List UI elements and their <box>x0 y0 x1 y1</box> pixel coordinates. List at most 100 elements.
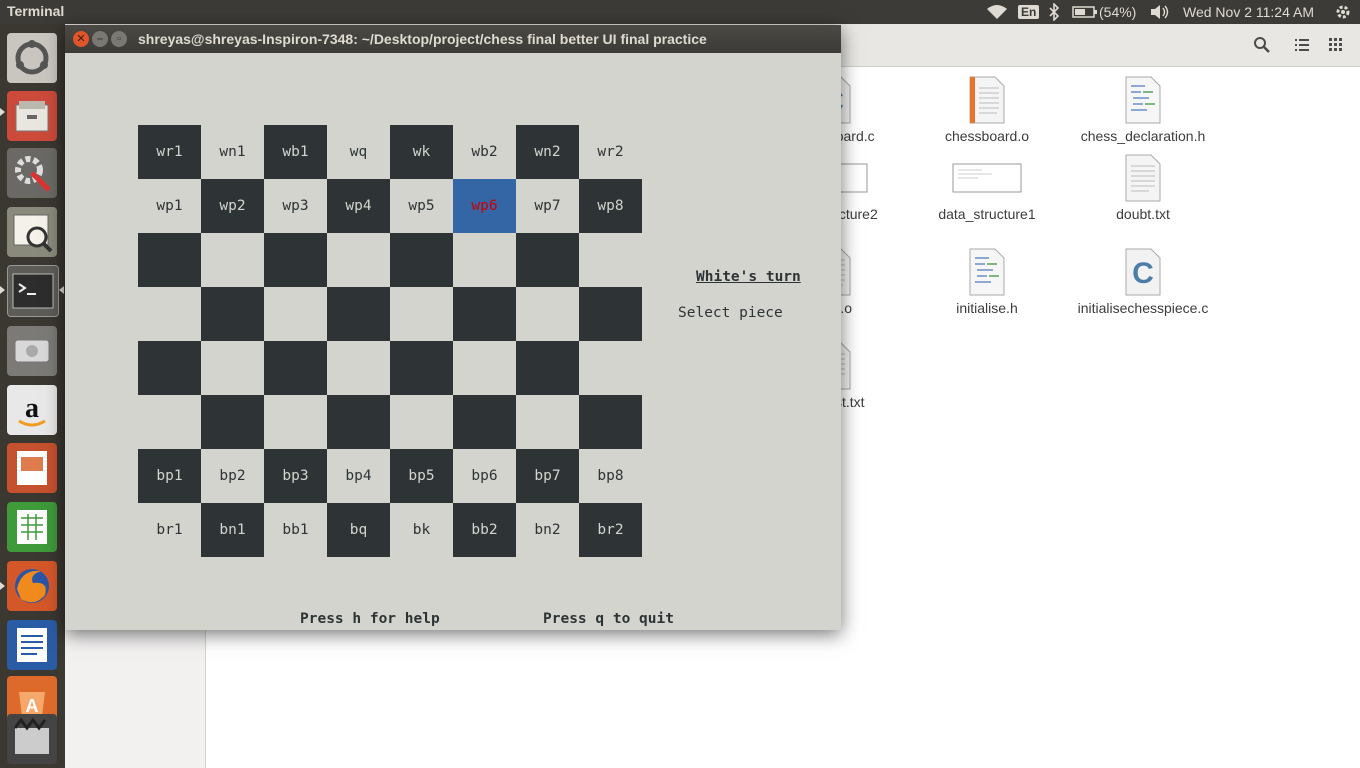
board-square[interactable] <box>201 233 264 287</box>
board-square[interactable]: wp7 <box>516 179 579 233</box>
firefox-launcher[interactable] <box>7 561 57 611</box>
disk-launcher[interactable] <box>7 326 57 376</box>
board-square[interactable] <box>138 395 201 449</box>
calc-launcher[interactable] <box>7 502 57 552</box>
amazon-launcher[interactable]: a <box>7 385 57 435</box>
board-square[interactable]: bp2 <box>201 449 264 503</box>
impress-launcher[interactable] <box>7 443 57 493</box>
board-square[interactable]: wp3 <box>264 179 327 233</box>
board-square[interactable]: bp6 <box>453 449 516 503</box>
board-square[interactable] <box>516 233 579 287</box>
board-square[interactable]: br2 <box>579 503 642 557</box>
list-view-button[interactable] <box>1289 32 1315 58</box>
file-item[interactable]: data_structure1 <box>912 154 1062 223</box>
clock[interactable]: Wed Nov 2 11:24 AM <box>1183 3 1314 21</box>
board-square[interactable] <box>327 395 390 449</box>
wifi-icon[interactable] <box>986 3 1008 21</box>
board-square[interactable] <box>579 233 642 287</box>
board-square[interactable] <box>327 341 390 395</box>
power-gear-icon[interactable] <box>1334 3 1352 21</box>
bluetooth-icon[interactable] <box>1048 3 1060 21</box>
board-square[interactable] <box>453 341 516 395</box>
board-square[interactable] <box>390 395 453 449</box>
file-item[interactable]: doubt.txt <box>1068 154 1218 223</box>
board-square[interactable]: wq <box>327 125 390 179</box>
board-square[interactable]: wb2 <box>453 125 516 179</box>
board-square[interactable]: wp2 <box>201 179 264 233</box>
grid-view-button[interactable] <box>1323 32 1349 58</box>
board-square[interactable] <box>453 233 516 287</box>
terminal-launcher[interactable] <box>7 265 59 317</box>
board-square[interactable] <box>453 287 516 341</box>
file-item[interactable]: chess_declaration.h <box>1068 76 1218 145</box>
board-square[interactable] <box>264 287 327 341</box>
dash-button[interactable] <box>7 33 57 83</box>
board-square[interactable]: bn2 <box>516 503 579 557</box>
board-square[interactable] <box>390 287 453 341</box>
board-square[interactable]: wn1 <box>201 125 264 179</box>
board-square[interactable]: wp1 <box>138 179 201 233</box>
board-square[interactable]: wk <box>390 125 453 179</box>
board-square[interactable]: bb1 <box>264 503 327 557</box>
chess-board[interactable]: wr1 wn1 wb1 wq wk wb2 wn2 wr2 wp1 wp2 wp3 wp4 wp5 wp6… <box>138 125 642 557</box>
board-square[interactable] <box>579 287 642 341</box>
terminal-titlebar[interactable]: ✕ – ▫ shreyas@shreyas-Inspiron-7348: ~/D… <box>65 25 841 53</box>
board-square[interactable] <box>390 233 453 287</box>
file-item[interactable]: chessboard.o <box>912 76 1062 145</box>
terminal-content[interactable]: wr1 wn1 wb1 wq wk wb2 wn2 wr2 wp1 wp2 wp3 wp4 wp5 wp6… <box>66 53 840 629</box>
board-square[interactable] <box>327 233 390 287</box>
minimize-button[interactable]: – <box>92 31 108 47</box>
keyboard-layout-indicator[interactable]: En <box>1018 3 1040 21</box>
board-square[interactable]: wp8 <box>579 179 642 233</box>
board-square[interactable]: bp8 <box>579 449 642 503</box>
board-square[interactable] <box>516 395 579 449</box>
files-launcher[interactable] <box>7 91 57 141</box>
maximize-button[interactable]: ▫ <box>111 31 127 47</box>
board-square[interactable]: wp5 <box>390 179 453 233</box>
close-button[interactable]: ✕ <box>73 31 89 47</box>
board-square[interactable] <box>516 341 579 395</box>
board-square[interactable]: bp1 <box>138 449 201 503</box>
board-square[interactable]: bk <box>390 503 453 557</box>
board-square[interactable] <box>138 287 201 341</box>
writer-launcher[interactable] <box>7 620 57 670</box>
board-square[interactable]: bb2 <box>453 503 516 557</box>
board-square[interactable]: bp3 <box>264 449 327 503</box>
board-square[interactable] <box>327 287 390 341</box>
board-square[interactable]: bp5 <box>390 449 453 503</box>
video-icon <box>13 717 49 754</box>
board-square[interactable] <box>390 341 453 395</box>
video-launcher[interactable] <box>7 714 57 764</box>
board-square[interactable]: bp7 <box>516 449 579 503</box>
volume-icon[interactable] <box>1150 3 1170 21</box>
board-square[interactable]: bp4 <box>327 449 390 503</box>
board-square[interactable] <box>264 341 327 395</box>
search-button[interactable] <box>1249 32 1275 58</box>
file-item[interactable]: Cinitialisechesspiece.c <box>1068 248 1218 317</box>
board-square[interactable] <box>138 341 201 395</box>
board-square[interactable]: wn2 <box>516 125 579 179</box>
battery-indicator[interactable]: (54%) <box>1072 3 1136 21</box>
board-square[interactable]: bn1 <box>201 503 264 557</box>
board-square[interactable] <box>201 341 264 395</box>
board-square[interactable]: br1 <box>138 503 201 557</box>
board-square[interactable]: wr2 <box>579 125 642 179</box>
file-item[interactable]: initialise.h <box>912 248 1062 317</box>
terminal-window[interactable]: ✕ – ▫ shreyas@shreyas-Inspiron-7348: ~/D… <box>65 25 841 630</box>
board-square[interactable]: wp6 <box>453 179 516 233</box>
board-square[interactable] <box>579 341 642 395</box>
board-square[interactable] <box>453 395 516 449</box>
board-square[interactable] <box>579 395 642 449</box>
board-square[interactable]: wr1 <box>138 125 201 179</box>
board-square[interactable]: bq <box>327 503 390 557</box>
board-square[interactable] <box>264 395 327 449</box>
board-square[interactable]: wp4 <box>327 179 390 233</box>
board-square[interactable] <box>264 233 327 287</box>
board-square[interactable] <box>201 287 264 341</box>
system-settings-launcher[interactable] <box>7 148 57 198</box>
board-square[interactable] <box>201 395 264 449</box>
board-square[interactable] <box>516 287 579 341</box>
image-viewer-launcher[interactable] <box>7 207 57 257</box>
board-square[interactable] <box>138 233 201 287</box>
board-square[interactable]: wb1 <box>264 125 327 179</box>
